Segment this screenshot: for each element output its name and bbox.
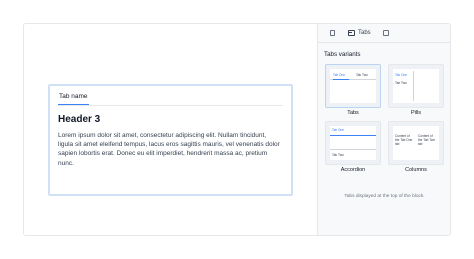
block-heading[interactable]: Header 3 — [58, 114, 283, 125]
variant-pills-preview: Tab One Tab Two — [388, 64, 444, 108]
page-icon — [330, 30, 335, 36]
square-icon — [383, 30, 390, 36]
preview-active-underline — [333, 79, 349, 80]
preview-accordion-one: Tab One — [332, 128, 345, 132]
block-tab-bar: Tab name — [58, 86, 283, 106]
preview-tab-one: Tab One — [333, 73, 346, 77]
variant-accordion-label: Accordion — [340, 167, 366, 173]
settings-panel: Tabs Tabs variants Tab One Tab Two Tabs — [317, 24, 450, 235]
editor-canvas: Tab name Header 3 Lorem ipsum dolor sit … — [24, 24, 317, 235]
variant-tabs-preview: Tab One Tab Two — [325, 64, 381, 108]
preview-tab-two: Tab Two — [356, 73, 368, 77]
editor-frame: Tab name Header 3 Lorem ipsum dolor sit … — [23, 23, 451, 236]
block-tab[interactable]: Tab name — [58, 93, 89, 105]
tabs-icon — [348, 30, 355, 36]
panel-tab-tabs[interactable]: Tabs — [342, 24, 377, 43]
preview-divider — [330, 149, 376, 150]
preview-column-two: Content of the Tab Two tab — [418, 134, 436, 146]
variant-tabs-label: Tabs — [347, 110, 359, 116]
variant-columns-label: Columns — [405, 167, 427, 173]
variant-accordion[interactable]: Tab One Tab Two Accordion — [325, 121, 381, 173]
block-body-text[interactable]: Lorem ipsum dolor sit amet, consectetur … — [58, 131, 283, 168]
variant-columns[interactable]: Content of the Tab One tab Content of th… — [388, 121, 444, 173]
preview-accordion-line — [330, 135, 376, 136]
variant-accordion-preview: Tab One Tab Two — [325, 121, 381, 165]
panel-tab-tabs-label: Tabs — [358, 30, 371, 36]
variant-pills-label: Pills — [410, 110, 422, 116]
panel-tab-style[interactable] — [377, 24, 396, 43]
preview-pill-two: Tab Two — [395, 81, 407, 85]
section-title: Tabs variants — [324, 51, 361, 58]
variant-description: Tabs displayed at the top of the block. — [344, 194, 425, 199]
tabs-block[interactable]: Tab name Header 3 Lorem ipsum dolor sit … — [48, 84, 293, 196]
variant-columns-preview: Content of the Tab One tab Content of th… — [388, 121, 444, 165]
variant-pills[interactable]: Tab One Tab Two Pills — [388, 64, 444, 116]
preview-column-one: Content of the Tab One tab — [395, 134, 413, 146]
panel-tab-page[interactable] — [323, 24, 342, 43]
preview-pill-one: Tab One — [395, 73, 408, 77]
panel-tab-bar: Tabs — [318, 24, 450, 43]
variant-tabs[interactable]: Tab One Tab Two Tabs — [325, 64, 381, 116]
preview-divider — [413, 71, 414, 101]
preview-accordion-two: Tab Two — [332, 153, 344, 157]
variants-grid: Tab One Tab Two Tabs Tab One Tab Two Pil… — [325, 64, 445, 173]
